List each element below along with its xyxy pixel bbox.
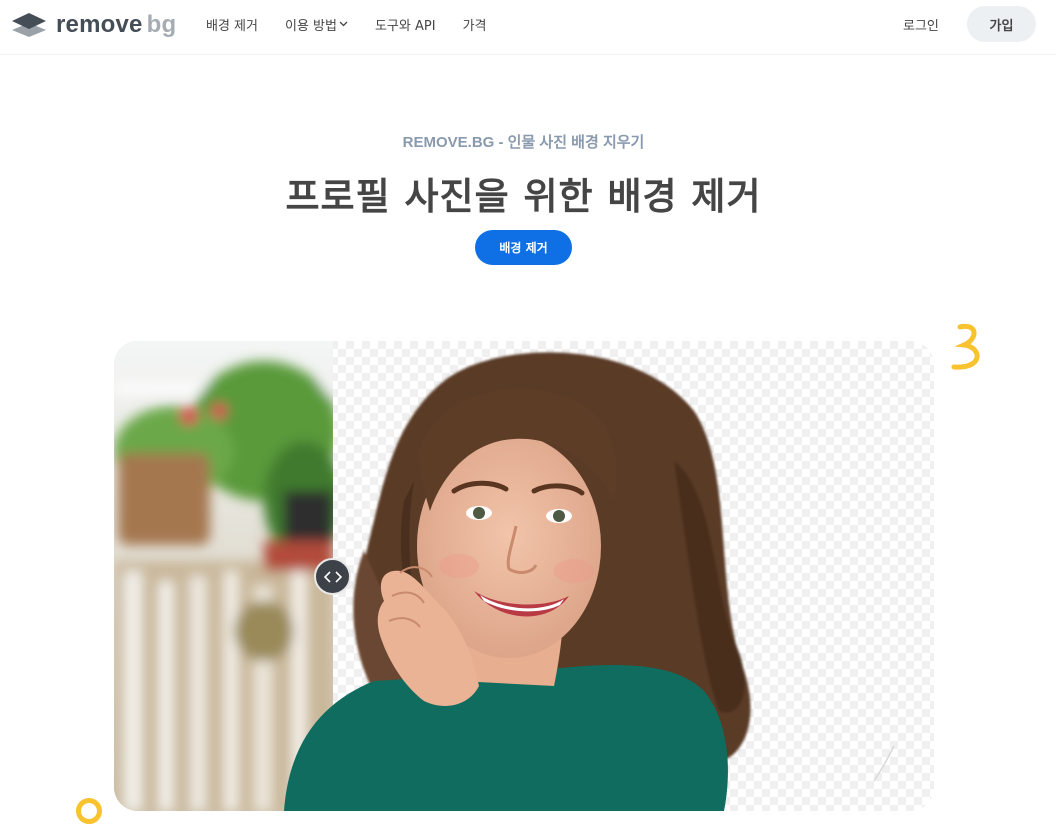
chevron-down-icon [339,21,348,27]
login-link[interactable]: 로그인 [903,15,939,34]
hero-eyebrow: REMOVE.BG - 인물 사진 배경 지우기 [402,134,645,151]
brand-wordmark: remove bg [56,11,177,38]
main-nav: 배경 제거 이용 방법 도구와 API 가격 [206,0,513,48]
nav-how-to-use-label: 이용 방법 [284,18,337,34]
page-title: 프로필 사진을 위한 배경 제거 [285,175,762,218]
signup-button[interactable]: 가입 [967,6,1036,42]
compare-slider-handle[interactable] [314,558,351,595]
layers-logo-icon [12,13,46,37]
nav-pricing[interactable]: 가격 [463,15,487,34]
nav-how-to-use[interactable]: 이용 방법 [285,15,348,34]
cutout-subject [284,352,895,811]
top-navigation: remove bg 배경 제거 이용 방법 도구와 API 가격 로그인 가입 [0,0,1056,55]
left-right-arrows-icon [323,570,342,583]
remove-background-button[interactable]: 배경 제거 [475,230,572,265]
before-after-showcase [114,341,934,811]
brand-logo[interactable]: remove bg [11,10,176,40]
nav-tools-api[interactable]: 도구와 API [375,15,436,34]
squiggle-decoration [951,323,980,370]
nav-remove-background[interactable]: 배경 제거 [206,15,258,34]
ring-decoration [76,798,102,824]
